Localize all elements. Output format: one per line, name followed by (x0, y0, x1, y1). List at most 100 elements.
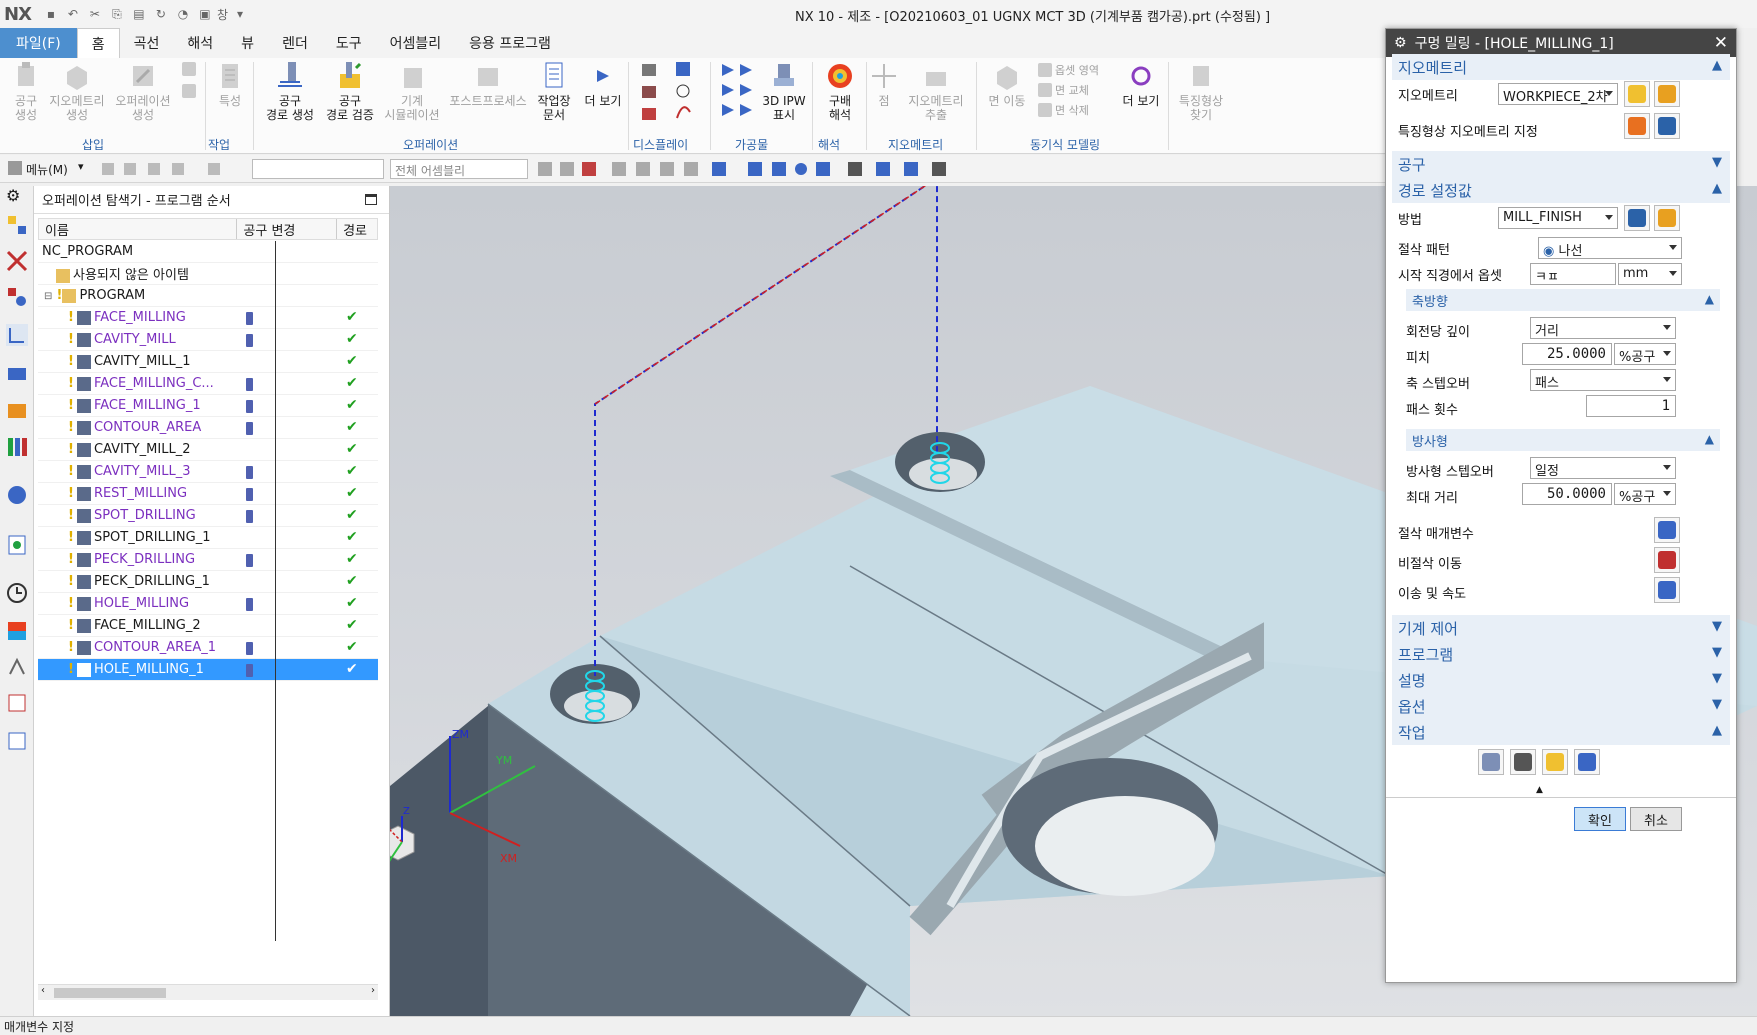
scroll-thumb[interactable] (54, 988, 166, 998)
start-offset-input[interactable]: ㅋㅍ (1530, 263, 1616, 285)
menu-button[interactable]: 메뉴(M) (26, 161, 68, 178)
machine-tool-navigator-icon[interactable] (6, 362, 28, 384)
section-description[interactable]: 설명 ▼ (1392, 667, 1730, 693)
insert-small-icon-1[interactable] (182, 62, 196, 76)
operation-row[interactable]: ! CONTOUR_AREA_1 ✔ (38, 637, 378, 659)
snap-and-view-icons[interactable] (536, 158, 966, 180)
gear-icon[interactable]: ⚙ (6, 186, 28, 208)
operation-row[interactable]: ! PECK_DRILLING_1 ✔ (38, 571, 378, 593)
max-distance-unit-select[interactable]: %공구 (1614, 483, 1676, 505)
system-materials-icon[interactable] (6, 620, 28, 642)
section-geometry[interactable]: 지오메트리 ▲ (1392, 54, 1730, 80)
subsection-radial[interactable]: 방사형 ▲ (1406, 429, 1720, 451)
specify-feature-geometry-button[interactable] (1624, 113, 1650, 139)
radial-stepover-select[interactable]: 일정 (1530, 457, 1676, 479)
tab-analysis[interactable]: 해석 (173, 28, 227, 58)
web-browser-icon[interactable] (6, 484, 28, 506)
collapse-icon[interactable]: ⊟ (44, 291, 52, 302)
show-3d-ipw-button[interactable]: 3D IPW 표시 (760, 60, 808, 122)
column-header-path[interactable]: 경로 (337, 219, 377, 239)
section-tool[interactable]: 공구 ▼ (1392, 151, 1730, 177)
extract-geometry-button[interactable]: 지오메트리 추출 (904, 60, 968, 122)
generate-button[interactable] (1478, 749, 1504, 775)
operation-row[interactable]: ! CONTOUR_AREA ✔ (38, 417, 378, 439)
replay-button[interactable] (1510, 749, 1536, 775)
point-button[interactable]: 점 (872, 60, 896, 108)
more-sync-button[interactable]: 더 보기 (1118, 60, 1164, 108)
column-header-name[interactable]: 이름 (39, 219, 238, 239)
more-operation-button[interactable]: 더 보기 (580, 60, 626, 108)
machining-method-navigator-icon[interactable] (6, 400, 28, 422)
verify-toolpath-button[interactable]: 공구 경로 검증 (322, 60, 378, 122)
shop-documentation-button[interactable]: 작업장 문서 (532, 60, 576, 122)
delete-face-button[interactable]: 면 삭제 (1038, 102, 1089, 118)
column-header-tool-change[interactable]: 공구 변경 (237, 219, 338, 239)
tab-curve[interactable]: 곡선 (120, 28, 174, 58)
method-select[interactable]: MILL_FINISH (1498, 207, 1618, 229)
generate-toolpath-button[interactable]: 공구 경로 생성 (262, 60, 318, 122)
replace-face-button[interactable]: 면 교체 (1038, 82, 1089, 98)
operation-navigator-icon[interactable] (6, 324, 28, 346)
assembly-filter-dropdown[interactable]: 전체 어셈블리 (390, 159, 528, 179)
tab-tools[interactable]: 도구 (322, 28, 376, 58)
verify-button[interactable] (1542, 749, 1568, 775)
machine-simulation-button[interactable]: 기계 시뮬레이션 (380, 60, 444, 122)
tree-node-nc-program[interactable]: NC_PROGRAM (38, 241, 378, 263)
operation-row[interactable]: ! SPOT_DRILLING_1 ✔ (38, 527, 378, 549)
tab-home[interactable]: 홈 (76, 28, 120, 58)
copy-icon[interactable]: ⎘ (107, 4, 127, 24)
create-geometry-button[interactable]: 지오메트리 생성 (48, 60, 106, 122)
dialog-title-bar[interactable]: ⚙ 구멍 밀링 - [HOLE_MILLING_1] (1386, 29, 1736, 57)
operation-row[interactable]: ! CAVITY_MILL_1 ✔ (38, 351, 378, 373)
feature-button[interactable]: 특성 (212, 60, 248, 108)
operation-row[interactable]: ! FACE_MILLING_C... ✔ (38, 373, 378, 395)
operation-row[interactable]: ! CAVITY_MILL_2 ✔ (38, 439, 378, 461)
pitch-input[interactable]: 25.0000 (1522, 343, 1612, 365)
pitch-unit-select[interactable]: %공구 (1614, 343, 1676, 365)
tab-applications[interactable]: 응용 프로그램 (455, 28, 565, 58)
edit-method-button[interactable] (1654, 205, 1680, 231)
list-button[interactable] (1574, 749, 1600, 775)
new-geometry-button[interactable] (1624, 81, 1650, 107)
close-icon[interactable]: ✕ (1714, 33, 1728, 53)
display-tools-icons[interactable] (640, 60, 710, 134)
edit-geometry-button[interactable] (1654, 81, 1680, 107)
non-cut-moves-button[interactable] (1654, 547, 1680, 573)
max-distance-input[interactable]: 50.0000 (1522, 483, 1612, 505)
geometry-select[interactable]: WORKPIECE_2차 (1498, 83, 1618, 105)
window-icon[interactable]: ▣ (195, 4, 215, 24)
operation-row[interactable]: ! HOLE_MILLING_1 ✔ (38, 659, 378, 681)
feeds-speeds-button[interactable] (1654, 577, 1680, 603)
process-studio-icon[interactable] (6, 656, 28, 678)
cancel-button[interactable]: 취소 (1630, 807, 1682, 831)
repeat-command-icon[interactable]: ↻ (151, 4, 171, 24)
section-actions[interactable]: 작업 ▲ (1392, 719, 1730, 745)
workpiece-small-icons[interactable] (718, 60, 760, 134)
cut-pattern-select[interactable]: ◉ 나선 (1538, 237, 1682, 259)
undo-icon[interactable]: ↶ (63, 4, 83, 24)
collapse-dialog-icon[interactable]: ▲ (1536, 785, 1543, 795)
chevron-down-icon[interactable]: ▾ (78, 160, 84, 173)
history-icon[interactable] (6, 534, 28, 556)
section-options[interactable]: 옵션 ▼ (1392, 693, 1730, 719)
cut-icon[interactable]: ✂ (85, 4, 105, 24)
touch-mode-icon[interactable]: ◔ (173, 4, 193, 24)
feature-navigator-icon[interactable] (6, 436, 28, 458)
window-menu[interactable]: 창 (217, 4, 228, 24)
operation-row[interactable]: ! REST_MILLING ✔ (38, 483, 378, 505)
start-offset-unit-select[interactable]: mm (1618, 263, 1682, 285)
operation-row[interactable]: ! FACE_MILLING_1 ✔ (38, 395, 378, 417)
section-path-settings[interactable]: 경로 설정값 ▲ (1392, 177, 1730, 203)
display-feature-geometry-button[interactable] (1654, 113, 1680, 139)
ok-button[interactable]: 확인 (1574, 807, 1626, 831)
operation-row[interactable]: ! CAVITY_MILL ✔ (38, 329, 378, 351)
operation-row[interactable]: ! FACE_MILLING ✔ (38, 307, 378, 329)
selection-filter-icons[interactable] (100, 159, 240, 179)
create-operation-button[interactable]: 오퍼레이션 생성 (112, 60, 174, 122)
operation-row[interactable]: ! CAVITY_MILL_3 ✔ (38, 461, 378, 483)
depth-per-rev-select[interactable]: 거리 (1530, 317, 1676, 339)
operation-row[interactable]: ! HOLE_MILLING ✔ (38, 593, 378, 615)
create-tool-button[interactable]: 공구 생성 (6, 60, 46, 122)
insert-small-icon-2[interactable] (182, 84, 196, 98)
palette-icon[interactable] (6, 730, 28, 752)
